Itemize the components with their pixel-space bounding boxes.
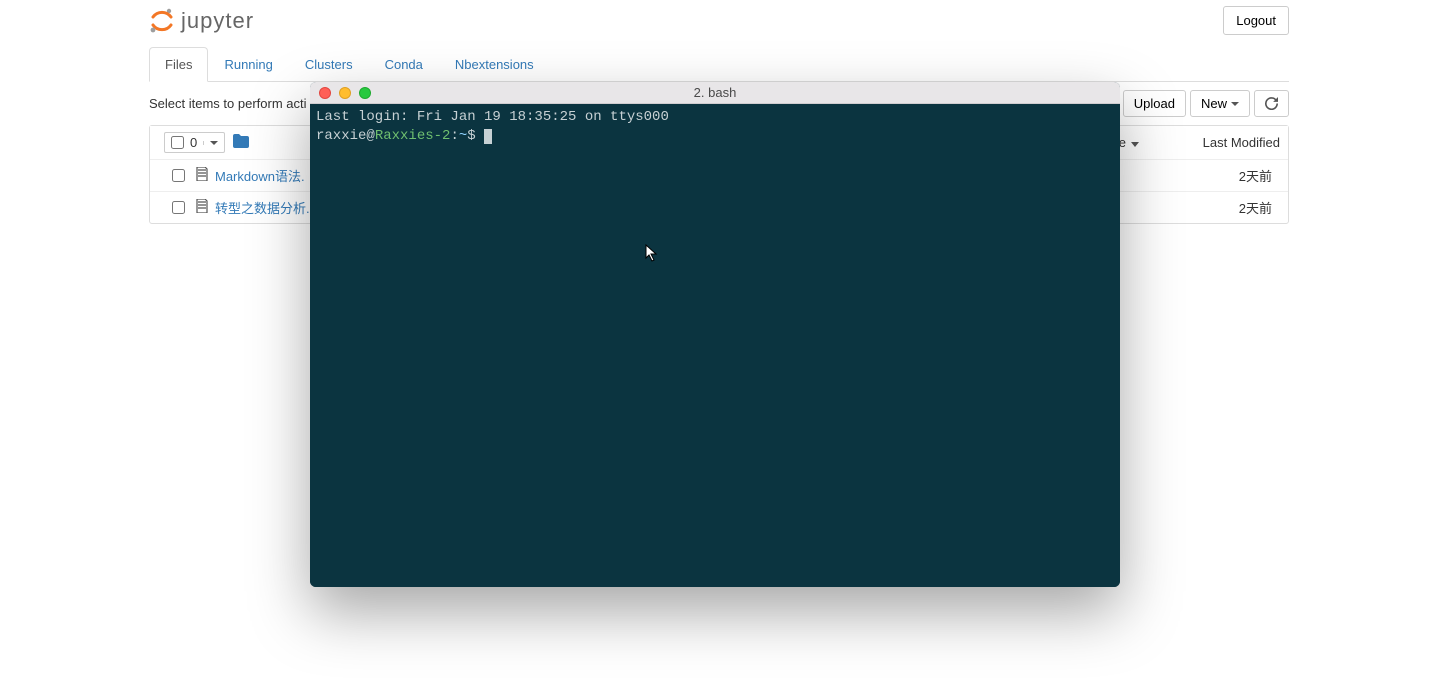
terminal-content[interactable]: Last login: Fri Jan 19 18:35:25 on ttys0… <box>310 104 1120 587</box>
notebook-icon <box>195 167 209 184</box>
caret-down-icon <box>1231 102 1239 106</box>
terminal-window[interactable]: 2. bash Last login: Fri Jan 19 18:35:25 … <box>310 82 1120 587</box>
notebook-icon <box>195 199 209 216</box>
row-checkbox[interactable] <box>172 169 185 182</box>
jupyter-logo-text: jupyter <box>181 8 254 34</box>
mouse-cursor-icon <box>645 244 661 262</box>
select-all-control[interactable]: 0 <box>164 132 225 153</box>
selection-hint: Select items to perform acti <box>149 96 307 111</box>
window-title: 2. bash <box>310 85 1120 100</box>
file-last-modified: 2天前 <box>1200 198 1280 217</box>
sort-by-modified[interactable]: Last Modified <box>1180 135 1280 150</box>
logout-button[interactable]: Logout <box>1223 6 1289 35</box>
tab-files[interactable]: Files <box>149 47 208 82</box>
arrow-down-icon <box>1130 138 1140 148</box>
select-all-checkbox[interactable] <box>171 136 184 149</box>
new-button[interactable]: New <box>1190 90 1250 117</box>
terminal-prompt-host: Raxxies-2 <box>375 128 451 144</box>
selection-count: 0 <box>190 135 197 150</box>
folder-icon[interactable] <box>233 134 249 151</box>
terminal-prompt-path: ~ <box>459 128 467 144</box>
terminal-login-line: Last login: Fri Jan 19 18:35:25 on ttys0… <box>316 109 669 125</box>
tab-nbextensions[interactable]: Nbextensions <box>439 47 550 82</box>
new-button-label: New <box>1201 96 1227 111</box>
tab-bar: Files Running Clusters Conda Nbextension… <box>149 47 1289 82</box>
tab-running[interactable]: Running <box>208 47 288 82</box>
terminal-cursor <box>484 129 492 144</box>
jupyter-logo[interactable]: jupyter <box>149 8 254 34</box>
terminal-prompt-user: raxxie <box>316 128 366 144</box>
file-name-link[interactable]: Markdown语法. <box>215 166 305 185</box>
tab-conda[interactable]: Conda <box>369 47 439 82</box>
refresh-icon <box>1265 97 1278 110</box>
tab-clusters[interactable]: Clusters <box>289 47 369 82</box>
select-dropdown[interactable] <box>203 141 218 145</box>
caret-down-icon <box>210 141 218 145</box>
upload-button[interactable]: Upload <box>1123 90 1186 117</box>
window-titlebar[interactable]: 2. bash <box>310 82 1120 104</box>
row-checkbox[interactable] <box>172 201 185 214</box>
file-last-modified: 2天前 <box>1200 166 1280 185</box>
refresh-button[interactable] <box>1254 90 1289 117</box>
jupyter-icon <box>149 8 175 34</box>
file-name-link[interactable]: 转型之数据分析. <box>215 198 310 217</box>
